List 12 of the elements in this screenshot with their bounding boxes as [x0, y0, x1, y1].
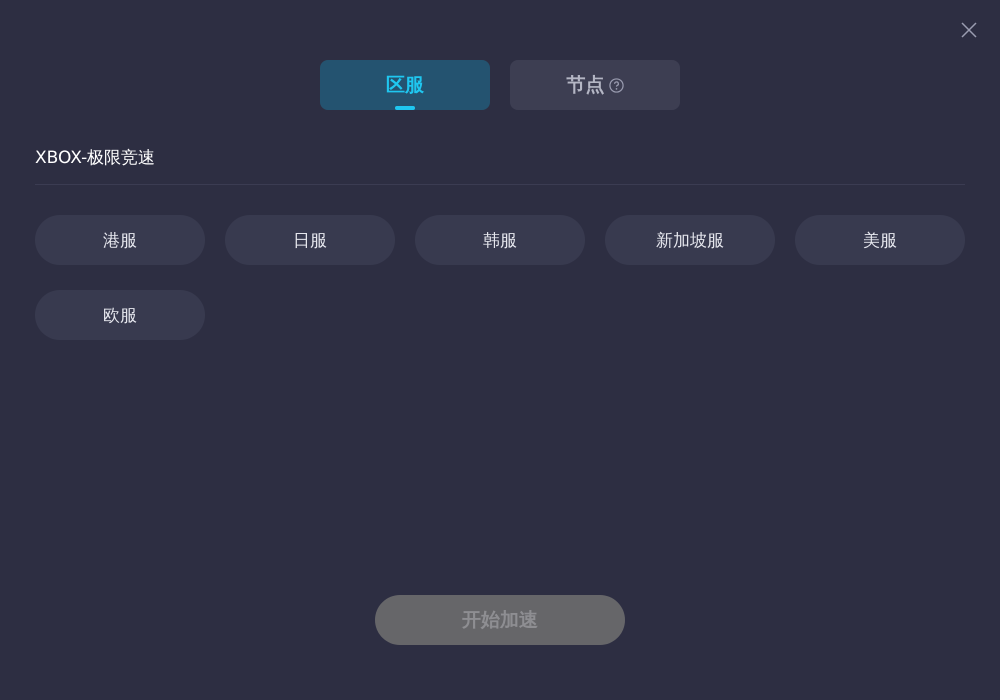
region-option[interactable]: 港服: [35, 215, 205, 265]
region-option[interactable]: 新加坡服: [605, 215, 775, 265]
close-icon[interactable]: [961, 22, 977, 38]
region-option[interactable]: 美服: [795, 215, 965, 265]
region-option[interactable]: 欧服: [35, 290, 205, 340]
tab[interactable]: 区服: [320, 60, 490, 110]
region-option[interactable]: 韩服: [415, 215, 585, 265]
active-indicator: [395, 106, 415, 110]
help-icon[interactable]: [608, 78, 624, 92]
region-option[interactable]: 日服: [225, 215, 395, 265]
tab[interactable]: 节点: [510, 60, 680, 110]
game-title: XBOX-极限竞速: [35, 147, 156, 169]
